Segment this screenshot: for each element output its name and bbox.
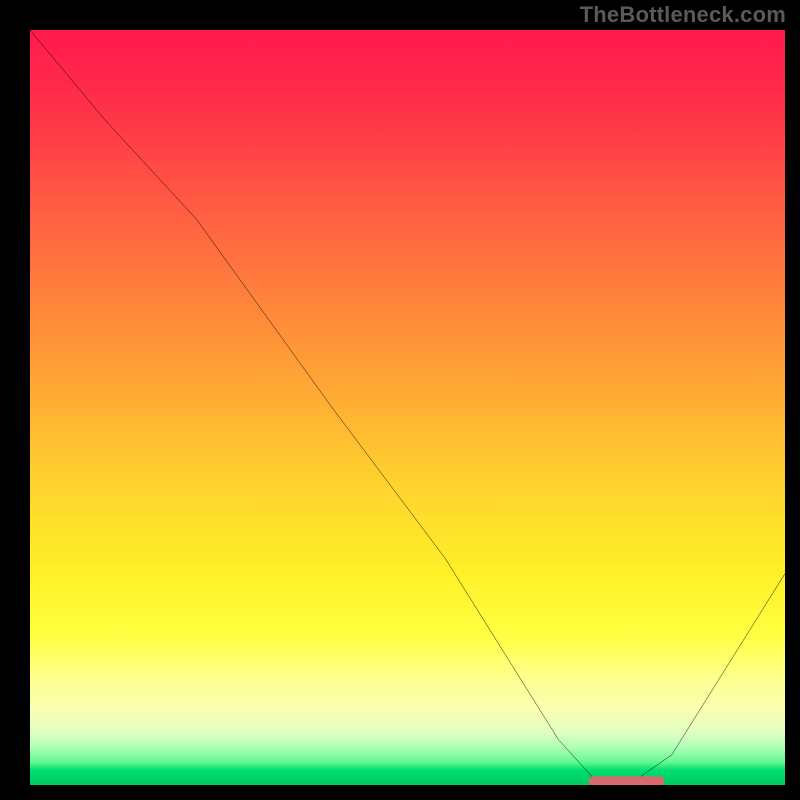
bottleneck-curve	[30, 30, 785, 781]
optimal-marker	[589, 776, 665, 785]
chart-container: TheBottleneck.com	[0, 0, 800, 800]
watermark-text: TheBottleneck.com	[580, 2, 786, 28]
plot-area	[30, 30, 785, 785]
curve-layer	[30, 30, 785, 785]
